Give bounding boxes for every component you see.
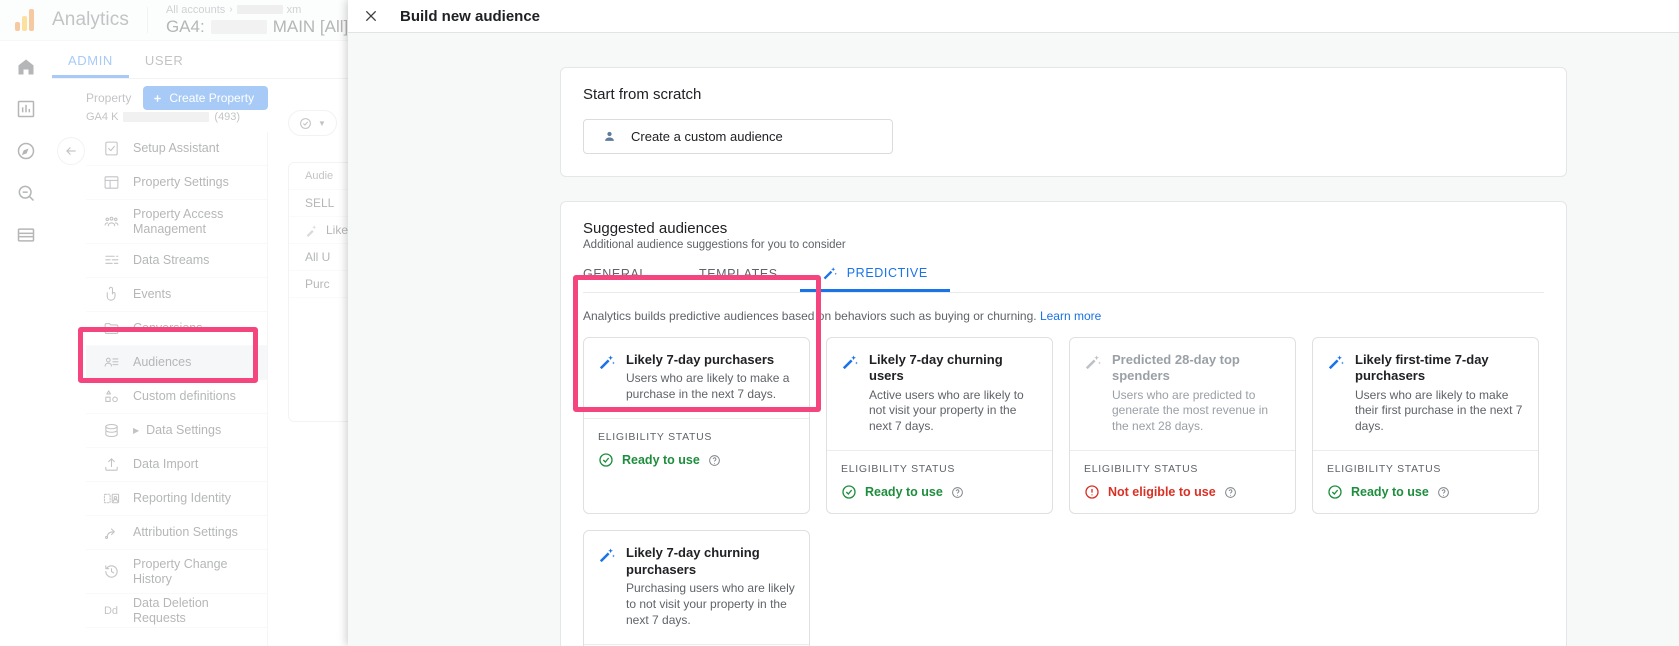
error-icon [1085, 485, 1099, 500]
tab-predictive[interactable]: PREDICTIVE [800, 265, 950, 292]
help-icon[interactable] [1224, 486, 1237, 499]
card-header: Likely 7-day purchasers Users who are li… [584, 338, 809, 418]
check-circle-icon [599, 453, 613, 467]
card-description: Active users who are likely to not visit… [869, 387, 1024, 434]
card-eligibility: ELIGIBILITY STATUS Ready to use [827, 450, 1052, 513]
start-from-scratch-heading: Start from scratch [583, 86, 702, 103]
audience-card-likely-7-day-churning-users[interactable]: Likely 7-day churning users Active users… [826, 337, 1053, 515]
card-title: Likely 7-day churning users [869, 352, 1003, 384]
audience-card-likely-first-time-7-day-purchasers[interactable]: Likely first-time 7-day purchasers Users… [1312, 337, 1539, 515]
help-icon[interactable] [951, 486, 964, 499]
suggested-audiences-panel: Suggested audiences Additional audience … [560, 201, 1567, 646]
status-badge: Ready to use [1351, 485, 1429, 500]
card-header: Likely 7-day churning purchasers Purchas… [584, 531, 809, 643]
start-from-scratch-panel: Start from scratch Create a custom audie… [560, 67, 1567, 177]
eligibility-status-label: ELIGIBILITY STATUS [841, 463, 956, 476]
magic-wand-icon [599, 548, 615, 563]
card-eligibility: ELIGIBILITY STATUS Ready to use [1313, 450, 1538, 513]
tab-templates[interactable]: TEMPLATES [677, 267, 800, 292]
card-header: Predicted 28-day top spenders Users who … [1070, 338, 1295, 450]
card-description: Users who are predicted to generate the … [1112, 387, 1269, 434]
card-title: Likely 7-day churning purchasers [626, 545, 760, 577]
help-icon[interactable] [708, 454, 721, 467]
predictive-cards: Likely 7-day purchasers Users who are li… [583, 337, 1544, 646]
card-title: Likely first-time 7-day purchasers [1355, 352, 1489, 384]
magic-wand-icon [842, 355, 858, 370]
eligibility-status-label: ELIGIBILITY STATUS [598, 431, 713, 444]
eligibility-status-row: Ready to use [841, 484, 1038, 500]
card-description: Purchasing users who are likely to not v… [626, 580, 795, 627]
tab-predictive-label: PREDICTIVE [846, 266, 928, 280]
tab-general[interactable]: GENERAL [583, 267, 677, 292]
magic-wand-icon [1328, 355, 1344, 370]
status-badge: Not eligible to use [1108, 485, 1216, 500]
card-eligibility: ELIGIBILITY STATUS Ready to use [584, 418, 809, 481]
card-eligibility: ELIGIBILITY STATUS Not eligible to use [1070, 450, 1295, 513]
learn-more-link[interactable]: Learn more [1040, 309, 1101, 323]
status-badge: Ready to use [865, 485, 943, 500]
eligibility-status-label: ELIGIBILITY STATUS [1327, 463, 1442, 476]
eligibility-status-row: Ready to use [598, 452, 795, 468]
modal-body: Start from scratch Create a custom audie… [348, 33, 1679, 646]
eligibility-status-row: Not eligible to use [1084, 484, 1281, 500]
card-description: Users who are likely to make their first… [1355, 387, 1523, 434]
magic-wand-icon [823, 267, 837, 280]
card-header: Likely 7-day churning users Active users… [827, 338, 1052, 450]
create-custom-audience-label: Create a custom audience [631, 129, 783, 144]
modal-header: Build new audience [348, 0, 1679, 33]
suggested-audiences-heading: Suggested audiences [583, 220, 728, 237]
eligibility-status-label: ELIGIBILITY STATUS [1084, 463, 1199, 476]
status-badge: Ready to use [622, 453, 700, 468]
audience-card-likely-7-day-churning-purchasers[interactable]: Likely 7-day churning purchasers Purchas… [583, 530, 810, 646]
card-description: Users who are likely to make a purchase … [626, 371, 790, 402]
predictive-note-text: Analytics builds predictive audiences ba… [583, 309, 1037, 323]
card-title: Likely 7-day purchasers [626, 352, 775, 367]
suggested-audiences-tabs: GENERAL TEMPLATES PREDICTIVE [583, 265, 1544, 293]
person-icon [605, 131, 614, 141]
eligibility-status-row: Ready to use [1327, 484, 1524, 500]
build-new-audience-modal: Build new audience Start from scratch Cr… [348, 0, 1679, 646]
card-header: Likely first-time 7-day purchasers Users… [1313, 338, 1538, 450]
modal-title: Build new audience [400, 7, 541, 25]
check-circle-icon [842, 485, 856, 500]
check-circle-icon [1328, 485, 1342, 500]
create-custom-audience-button[interactable]: Create a custom audience [583, 119, 893, 154]
audience-card-predicted-28-day-top-spenders: Predicted 28-day top spenders Users who … [1069, 337, 1296, 515]
magic-wand-icon [599, 355, 615, 370]
audience-card-likely-7-day-purchasers[interactable]: Likely 7-day purchasers Users who are li… [583, 337, 810, 515]
help-icon[interactable] [1437, 486, 1450, 499]
card-title: Predicted 28-day top spenders [1112, 352, 1240, 384]
close-icon[interactable] [360, 5, 382, 27]
suggested-audiences-subheading: Additional audience suggestions for you … [583, 239, 846, 251]
magic-wand-icon [1085, 355, 1101, 370]
predictive-note: Analytics builds predictive audiences ba… [583, 309, 1544, 323]
